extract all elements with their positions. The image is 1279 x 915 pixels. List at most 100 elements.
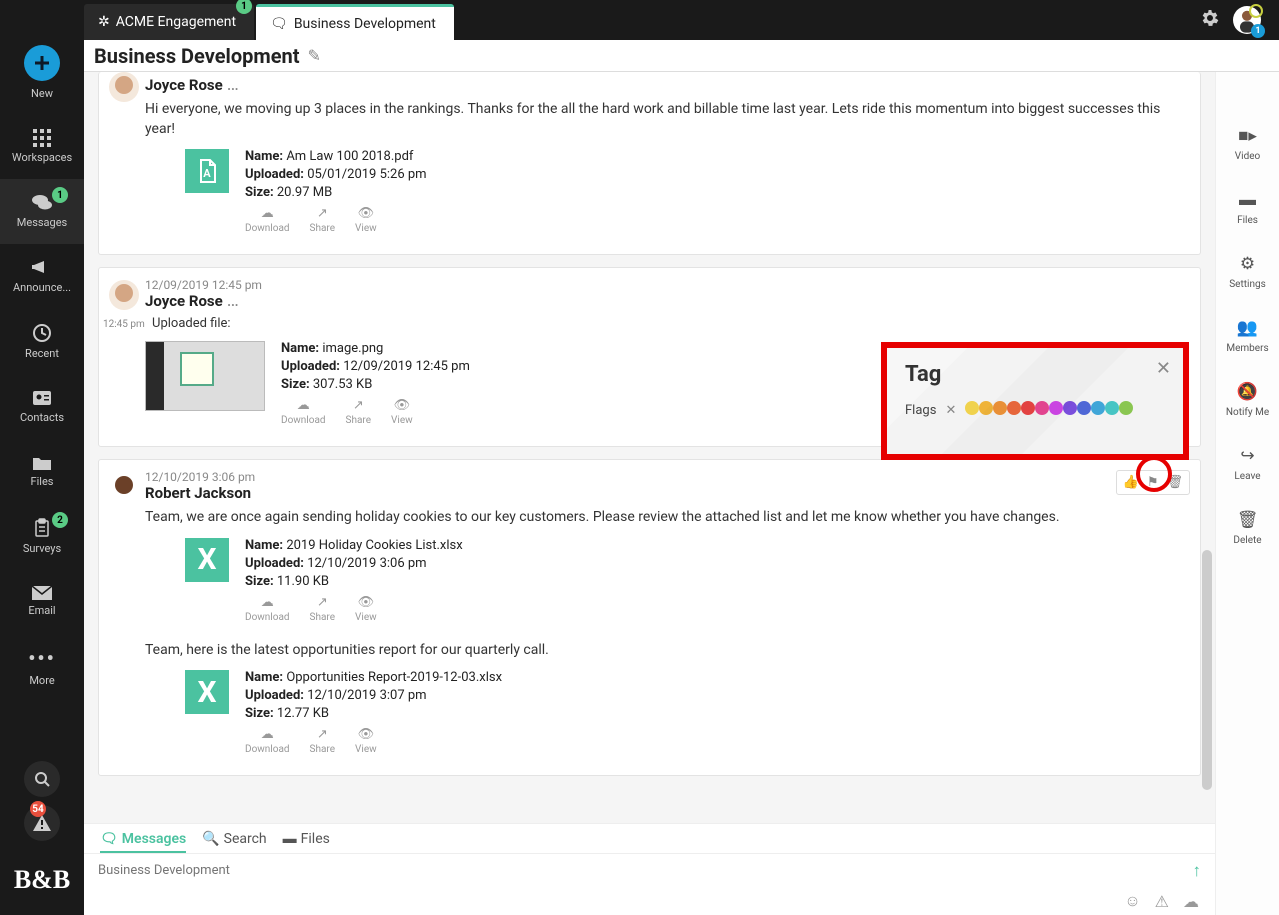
user-avatar[interactable]: 1 (1233, 6, 1261, 34)
thumbs-up-icon[interactable]: 👍 (1123, 475, 1139, 490)
upload-icon[interactable]: ☁ (1183, 892, 1199, 911)
message-joyce-1: Joyce Rose … Hi everyone, we moving up 3… (98, 72, 1201, 255)
sidebar-item-contacts[interactable]: Contacts (0, 374, 84, 439)
share-button[interactable]: ↗Share (310, 206, 335, 234)
download-button[interactable]: ☁Download (245, 206, 290, 234)
leave-icon: ↪ (1240, 446, 1254, 466)
folder-icon: ▬ (283, 830, 297, 847)
left-sidebar: New Workspaces Messages 1 Announce... Re… (0, 0, 84, 915)
image-thumbnail[interactable] (145, 341, 265, 411)
author: Robert Jackson (145, 484, 251, 502)
gear-icon: ✲ (98, 14, 110, 30)
tab-label: ACME Engagement (116, 14, 236, 30)
sidebar-item-workspaces[interactable]: Workspaces (0, 114, 84, 179)
close-icon[interactable]: ✕ (1156, 358, 1171, 379)
message-body: Team, we are once again sending holiday … (145, 508, 1184, 528)
messages-icon (32, 194, 52, 212)
share-icon: ↗ (353, 398, 364, 413)
chat-icon: 🗨 (270, 16, 288, 32)
clipboard-icon (34, 518, 50, 538)
clear-tag-icon[interactable]: ✕ (945, 403, 956, 418)
color-dot[interactable] (1105, 401, 1119, 415)
color-dot[interactable] (993, 401, 1007, 415)
xlsx-icon[interactable]: X (185, 538, 229, 582)
avatar-badge: 1 (1251, 24, 1265, 38)
sidebar-item-surveys[interactable]: Surveys 2 (0, 504, 84, 569)
attachment: A Name: Am Law 100 2018.pdf Uploaded: 05… (185, 149, 1184, 240)
view-button[interactable]: 👁View (355, 595, 377, 623)
rightbar-video[interactable]: ■▸Video (1216, 112, 1279, 176)
tag-popup-title: Tag (905, 362, 1165, 387)
color-dot[interactable] (1091, 401, 1105, 415)
message-menu-icon[interactable]: … (227, 80, 237, 90)
sidebar-label: More (29, 674, 54, 687)
download-icon: ☁ (261, 595, 274, 610)
rightbar-members[interactable]: 👥Members (1216, 304, 1279, 368)
sidebar-item-recent[interactable]: Recent (0, 309, 84, 374)
tab-acme[interactable]: ✲ ACME Engagement 1 (84, 4, 254, 40)
color-dot[interactable] (1007, 401, 1021, 415)
edit-title-icon[interactable]: ✎ (307, 46, 320, 65)
color-dot[interactable] (1077, 401, 1091, 415)
download-button[interactable]: ☁Download (245, 727, 290, 755)
share-button[interactable]: ↗Share (346, 398, 371, 426)
xlsx-icon[interactable]: X (185, 670, 229, 714)
grid-icon (33, 129, 51, 147)
flag-icon[interactable]: ⚑ (1147, 475, 1159, 490)
mail-icon (32, 586, 52, 600)
message-input[interactable] (98, 863, 1193, 878)
rightbar-leave[interactable]: ↪Leave (1216, 432, 1279, 496)
color-dot[interactable] (1049, 401, 1063, 415)
download-button[interactable]: ☁Download (245, 595, 290, 623)
color-dot[interactable] (1119, 401, 1133, 415)
color-dot[interactable] (1021, 401, 1035, 415)
avatar[interactable] (109, 72, 139, 102)
color-dot[interactable] (965, 401, 979, 415)
share-icon: ↗ (317, 595, 328, 610)
rightbar-settings[interactable]: ⚙Settings (1216, 240, 1279, 304)
bottom-tab-search[interactable]: 🔍Search (202, 831, 266, 847)
search-icon: 🔍 (202, 831, 219, 847)
new-button[interactable] (24, 45, 60, 81)
send-icon[interactable]: ↑ (1193, 861, 1202, 881)
view-button[interactable]: 👁View (391, 398, 413, 426)
alerts-button[interactable]: 54 (24, 805, 60, 841)
color-dot[interactable] (1063, 401, 1077, 415)
sidebar-item-email[interactable]: Email (0, 569, 84, 634)
scrollbar[interactable] (1202, 550, 1212, 790)
sidebar-label: Messages (17, 216, 67, 229)
view-button[interactable]: 👁View (355, 727, 377, 755)
folder-icon: ▬ (1239, 190, 1256, 210)
eye-icon: 👁 (358, 727, 375, 742)
attachment-info: Name: 2019 Holiday Cookies List.xlsx Upl… (245, 538, 463, 629)
rightbar-delete[interactable]: 🗑Delete (1216, 496, 1279, 560)
bottom-tab-messages[interactable]: 🗨Messages (100, 831, 186, 853)
sidebar-item-more[interactable]: ••• More (0, 634, 84, 699)
view-button[interactable]: 👁View (355, 206, 377, 234)
rightbar-notify[interactable]: 🔕Notify Me (1216, 368, 1279, 432)
share-button[interactable]: ↗Share (310, 727, 335, 755)
warning-icon[interactable]: ⚠ (1155, 892, 1169, 911)
sidebar-item-announce[interactable]: Announce... (0, 244, 84, 309)
pdf-icon[interactable]: A (185, 149, 229, 193)
tab-business-dev[interactable]: 🗨 Business Development (256, 4, 454, 40)
download-button[interactable]: ☁Download (281, 398, 326, 426)
rightbar-files[interactable]: ▬Files (1216, 176, 1279, 240)
badge: 2 (52, 512, 68, 528)
gear-icon: ⚙ (1240, 254, 1255, 274)
sidebar-item-files[interactable]: Files (0, 439, 84, 504)
color-dot[interactable] (1035, 401, 1049, 415)
search-button[interactable] (24, 761, 60, 797)
avatar[interactable] (109, 280, 139, 310)
trash-icon[interactable]: 🗑 (1166, 475, 1183, 490)
message-menu-icon[interactable]: … (227, 296, 237, 306)
emoji-icon[interactable]: ☺ (1124, 891, 1140, 911)
color-dot[interactable] (979, 401, 993, 415)
eye-icon: 👁 (358, 206, 375, 221)
share-button[interactable]: ↗Share (310, 595, 335, 623)
avatar[interactable] (109, 472, 139, 502)
settings-icon[interactable] (1201, 9, 1219, 31)
new-label: New (31, 87, 53, 100)
bottom-tab-files[interactable]: ▬Files (283, 830, 330, 847)
sidebar-item-messages[interactable]: Messages 1 (0, 179, 84, 244)
